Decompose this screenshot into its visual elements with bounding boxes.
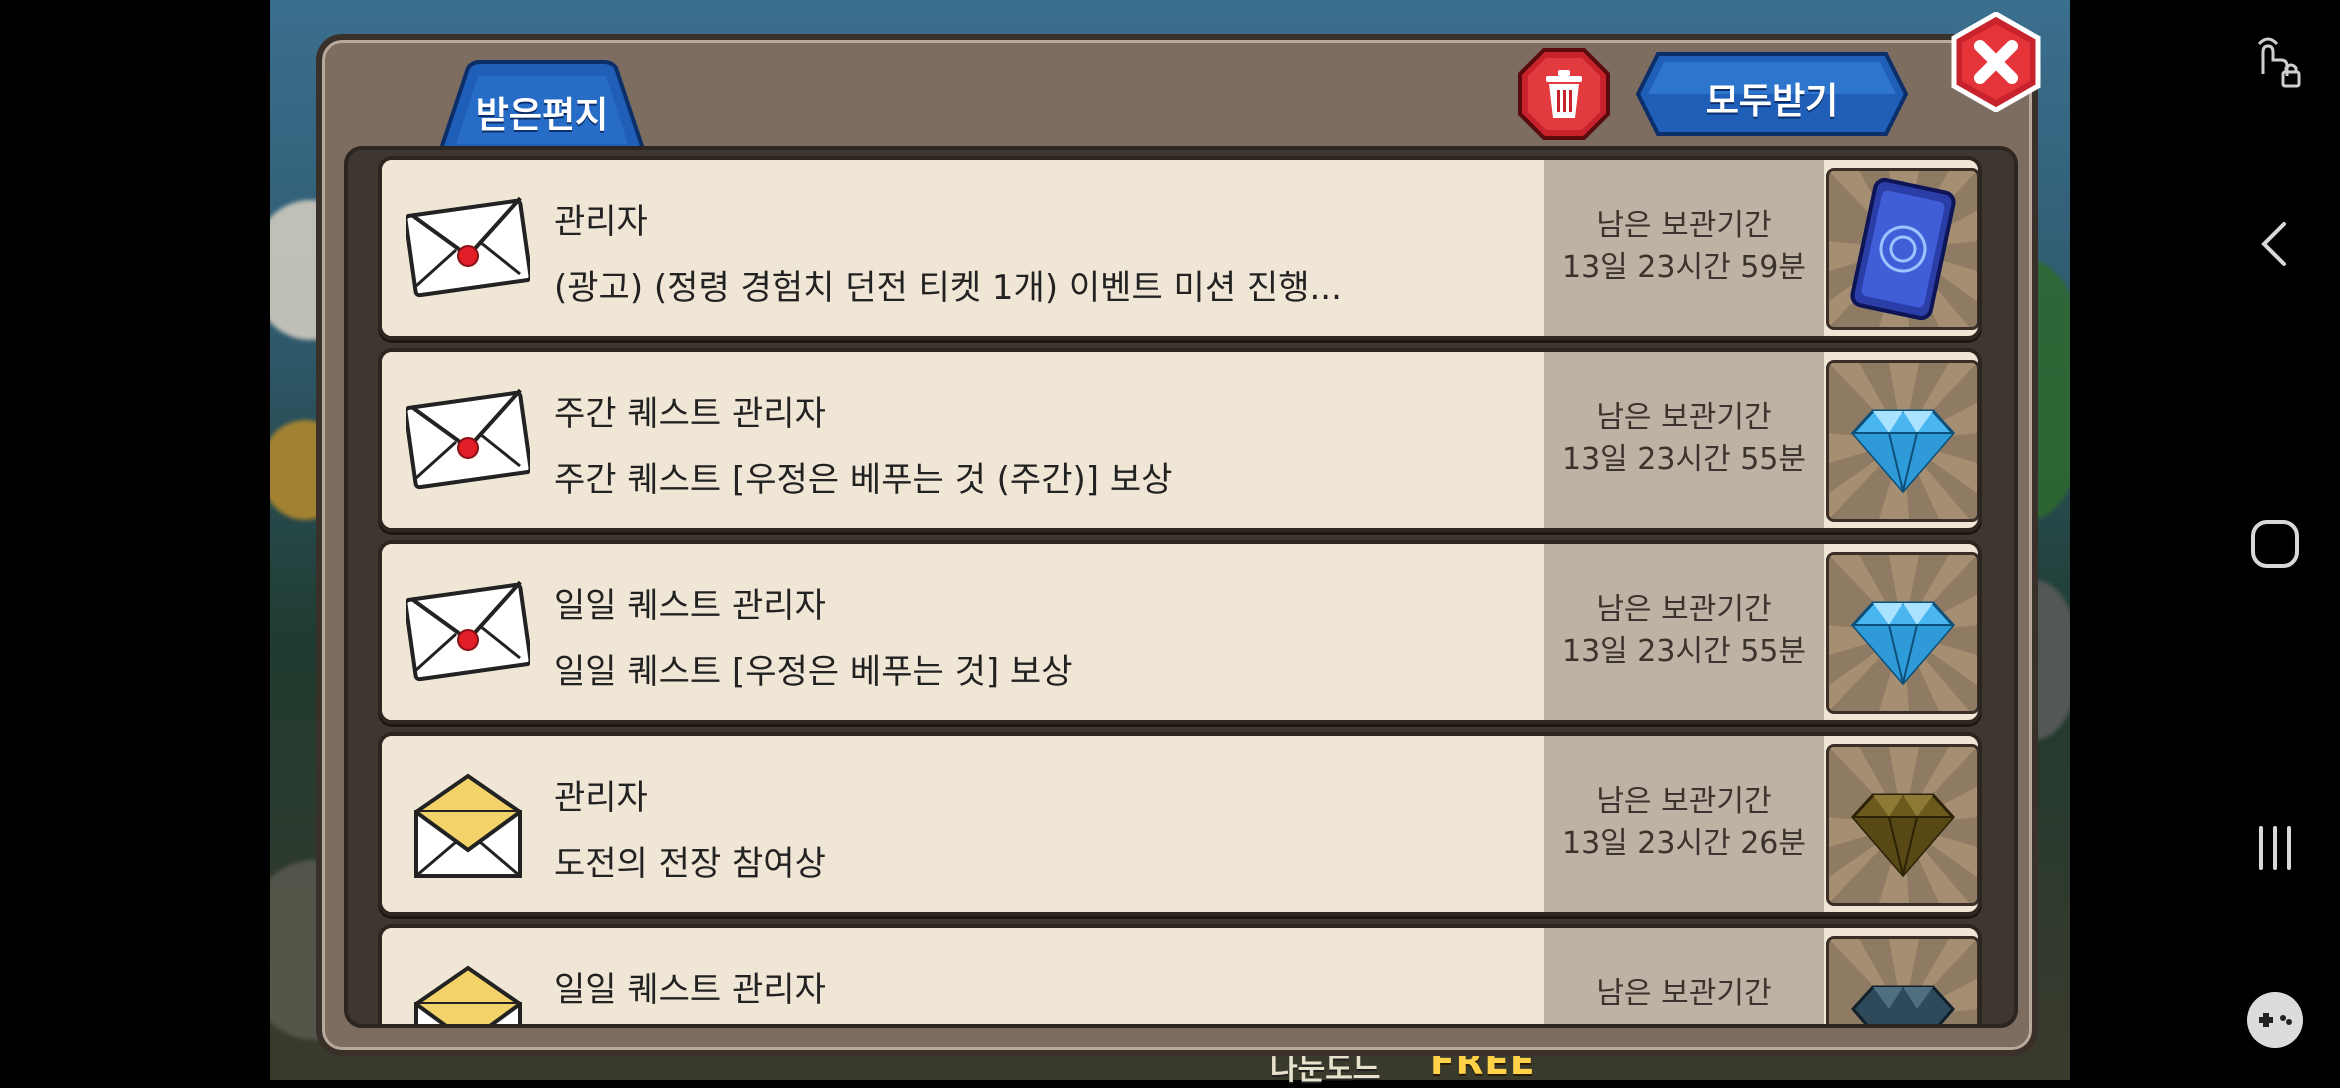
reward-slot[interactable] [1826,168,1978,330]
retention-time: 13일 23시간 26분 [1562,826,1806,861]
receive-all-button[interactable]: 모두받기 [1635,52,1909,136]
envelope-icon [403,382,533,502]
receive-all-label: 모두받기 [1705,81,1839,122]
retention-label: 남은 보관기간 [1596,208,1772,243]
blue-diamond-icon [1829,555,1977,711]
reward-slot[interactable] [1826,936,1978,1024]
delete-button[interactable] [1516,46,1612,142]
mail-sender: 일일 퀘스트 관리자 [554,586,826,626]
envelope-icon [403,190,533,310]
tab-inbox-label: 받은편지 [475,95,609,136]
ticket-icon [1829,171,1977,327]
mail-item[interactable]: 관리자 도전의 전장 참여상 남은 보관기간 13일 23시간 26분 [378,732,1982,916]
retention-time: 13일 23시간 59분 [1562,250,1806,285]
retention-time: 13일 23시간 55분 [1562,442,1806,477]
mail-item[interactable]: 주간 퀘스트 관리자 주간 퀘스트 [우정은 베푸는 것 (주간)] 보상 남은… [378,348,1982,532]
reward-slot[interactable] [1826,360,1978,522]
back-icon [2261,222,2286,266]
retention-label: 남은 보관기간 [1596,400,1772,435]
home-icon [2251,520,2299,568]
open-envelope-icon [406,766,530,886]
mailbox-window: 받은편지 모두받기 관리자 (광고) (정령 경험치 던전 티켓 1개) 이벤트… [316,11,2041,1056]
retention-label: 남은 보관기간 [1596,784,1772,819]
game-tools-button[interactable] [2235,980,2315,1060]
mail-item[interactable]: 관리자 (광고) (정령 경험치 던전 티켓 1개) 이벤트 미션 진행... … [378,156,1982,340]
mail-sender: 관리자 [554,202,648,242]
retention-label: 남은 보관기간 [1596,592,1772,627]
mail-item[interactable]: 일일 퀘스트 관리자 남은 보관기간 [378,924,1982,1024]
touch-lock-button[interactable] [2235,20,2315,100]
touch-lock-icon [2257,37,2301,88]
mail-sender: 관리자 [554,778,648,818]
mail-list[interactable]: 관리자 (광고) (정령 경험치 던전 티켓 1개) 이벤트 미션 진행... … [344,146,2018,1028]
retention-time: 13일 23시간 55분 [1562,634,1806,669]
close-button[interactable] [1948,11,2044,113]
reward-slot[interactable] [1826,552,1978,714]
retention-label: 남은 보관기간 [1596,976,1772,1011]
mail-sender: 주간 퀘스트 관리자 [554,394,826,434]
recents-button[interactable] [2235,808,2315,888]
blue-diamond-icon [1829,363,1977,519]
tab-inbox[interactable]: 받은편지 [412,60,672,156]
trash-icon [1518,48,1610,140]
mail-message: (광고) (정령 경험치 던전 티켓 1개) 이벤트 미션 진행... [554,268,1342,308]
reward-slot[interactable] [1826,744,1978,906]
gamepad-icon [2247,992,2303,1048]
close-icon [1951,11,2041,113]
mail-sender: 일일 퀘스트 관리자 [554,970,826,1010]
home-button[interactable] [2235,504,2315,584]
envelope-icon [403,574,533,694]
back-button[interactable] [2235,204,2315,284]
dark-diamond-icon [1829,939,1977,1024]
mail-item[interactable]: 일일 퀘스트 관리자 일일 퀘스트 [우정은 베푸는 것] 보상 남은 보관기간… [378,540,1982,724]
mail-message: 일일 퀘스트 [우정은 베푸는 것] 보상 [554,652,1073,692]
open-envelope-icon [406,958,530,1024]
bronze-diamond-icon [1829,747,1977,903]
system-navigation [2210,0,2340,1080]
recents-icon [2259,826,2291,870]
mail-message: 도전의 전장 참여상 [554,844,826,884]
mail-message: 주간 퀘스트 [우정은 베푸는 것 (주간)] 보상 [554,460,1173,500]
